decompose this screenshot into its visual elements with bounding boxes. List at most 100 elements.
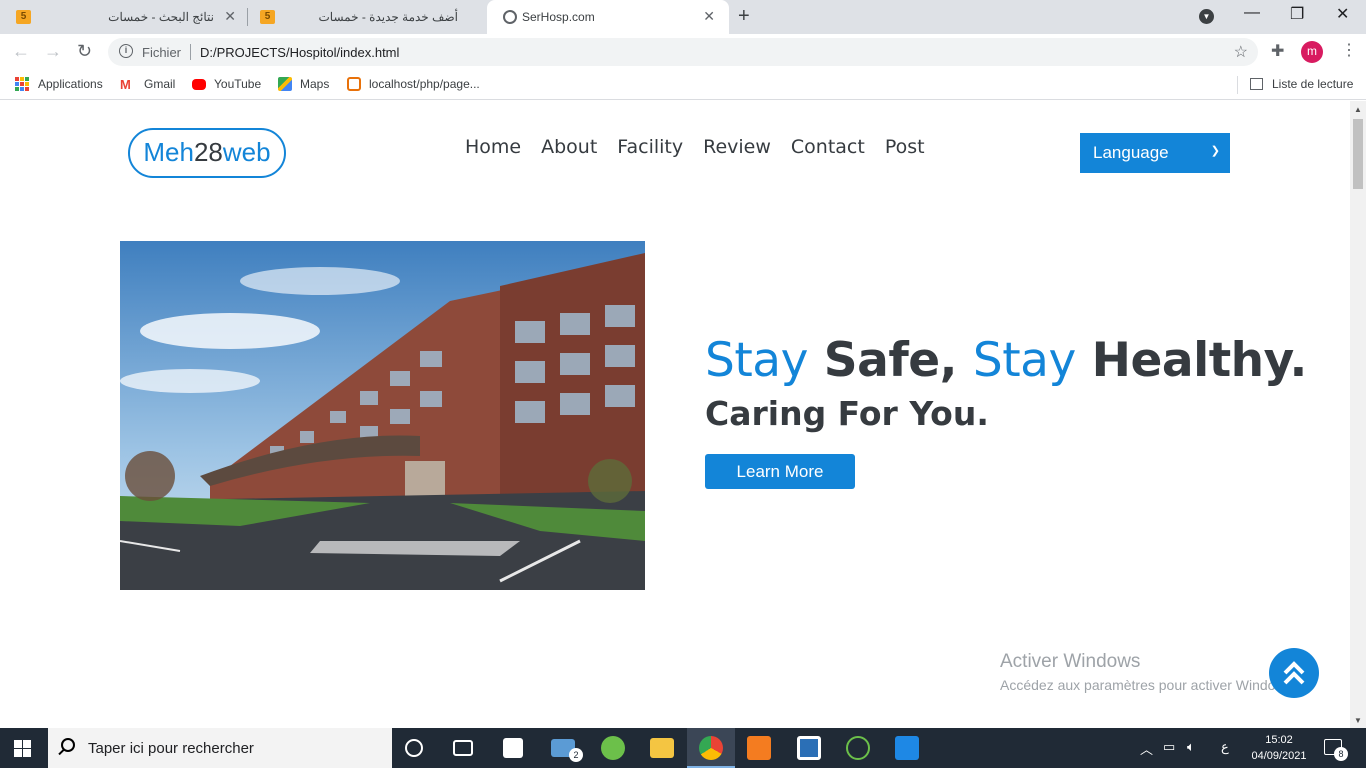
taskbar-search-box[interactable]: Taper ici pour rechercher: [48, 728, 392, 768]
atom-icon[interactable]: [846, 736, 870, 760]
bookmark-applications[interactable]: Applications: [15, 77, 103, 91]
headline-word-stay-2: Stay: [972, 333, 1076, 388]
profile-avatar[interactable]: m: [1301, 41, 1323, 63]
mail-badge: 2: [569, 748, 583, 762]
scroll-up-arrow-icon[interactable]: ▲: [1354, 105, 1362, 114]
page-scrollbar[interactable]: ▲ ▼: [1350, 101, 1366, 728]
bookmark-youtube[interactable]: YouTube: [192, 77, 261, 91]
headline-word-safe: Safe,: [823, 333, 958, 388]
close-tab-icon[interactable]: ✕: [703, 8, 715, 25]
nav-contact[interactable]: Contact: [791, 136, 865, 158]
restore-icon[interactable]: ❐: [1290, 4, 1304, 24]
search-icon: [61, 738, 75, 752]
bookmark-localhost[interactable]: localhost/php/page...: [347, 77, 480, 91]
new-tab-plus-icon[interactable]: +: [738, 5, 750, 28]
scrollbar-thumb[interactable]: [1353, 119, 1363, 189]
address-url[interactable]: D:/PROJECTS/Hospitol/index.html: [200, 45, 399, 60]
reading-list[interactable]: Liste de lecture: [1250, 77, 1353, 91]
sublime-text-icon[interactable]: [747, 736, 771, 760]
khamsat-favicon-icon: 5: [16, 10, 31, 24]
double-chevron-up-icon: [1283, 661, 1305, 685]
clock-date: 04/09/2021: [1251, 750, 1307, 762]
bookmark-label: Applications: [38, 77, 103, 91]
tab-search-icon[interactable]: ▼: [1199, 9, 1214, 24]
activation-title: Activer Windows: [1000, 651, 1141, 672]
close-tab-icon[interactable]: ✕: [224, 8, 236, 25]
tab-add-service[interactable]: 5 أضف خدمة جديدة - خمسات: [244, 0, 488, 34]
reading-list-label: Liste de lecture: [1272, 77, 1354, 91]
address-scheme: Fichier: [142, 45, 182, 60]
activation-subtitle: Accédez aux paramètres pour activer Wind…: [1000, 677, 1297, 693]
language-select[interactable]: Language ❯: [1080, 133, 1230, 173]
page-viewport: Meh28web Home About Facility Review Cont…: [0, 101, 1350, 728]
bookmark-star-icon[interactable]: ☆: [1234, 42, 1248, 62]
task-view-icon[interactable]: [453, 740, 473, 756]
file-explorer-icon[interactable]: [650, 738, 674, 758]
windows-start-icon[interactable]: [14, 740, 32, 757]
xampp-icon: [347, 77, 361, 91]
nav-post[interactable]: Post: [885, 136, 925, 158]
scroll-down-arrow-icon[interactable]: ▼: [1354, 716, 1362, 725]
vscode-icon[interactable]: [895, 736, 919, 760]
back-arrow-icon[interactable]: ←: [12, 41, 30, 62]
tab-search-results[interactable]: 5 نتائج البحث - خمسات ✕: [0, 0, 246, 34]
input-language[interactable]: ع: [1221, 739, 1229, 755]
tab-serhosp[interactable]: SerHosp.com ✕: [487, 0, 729, 34]
clock-time: 15:02: [1265, 734, 1293, 746]
info-icon[interactable]: i: [119, 44, 133, 58]
hero-headline: Stay Safe, Stay Healthy.: [705, 333, 1307, 388]
globe-icon: [503, 10, 517, 24]
site-logo[interactable]: Meh28web: [128, 128, 286, 178]
chrome-icon[interactable]: [699, 736, 723, 760]
browser-toolbar: ← → ↻ i Fichier D:/PROJECTS/Hospitol/ind…: [0, 34, 1366, 70]
address-bar[interactable]: i Fichier D:/PROJECTS/Hospitol/index.htm…: [108, 38, 1258, 66]
bookmark-gmail[interactable]: M Gmail: [120, 77, 176, 92]
learn-more-button[interactable]: Learn More: [705, 454, 855, 489]
hospital-building-image: [120, 241, 645, 590]
tray-chevron-up-icon[interactable]: ︿: [1140, 739, 1153, 758]
app-box-icon[interactable]: [797, 736, 821, 760]
headline-word-stay-1: Stay: [705, 333, 808, 388]
windows-activation-watermark: Activer Windows Accédez aux paramètres p…: [1000, 651, 1296, 693]
scroll-to-top-button[interactable]: [1269, 648, 1319, 698]
youtube-icon: [192, 78, 206, 90]
maps-icon: [278, 77, 292, 91]
nav-home[interactable]: Home: [465, 136, 521, 158]
bookmarks-divider: [1237, 76, 1238, 94]
forward-arrow-icon[interactable]: →: [44, 41, 62, 62]
notifications-count: 8: [1334, 747, 1348, 761]
volume-icon[interactable]: 🔈︎: [1187, 739, 1195, 755]
tab-title: SerHosp.com: [522, 10, 595, 24]
tab-title: أضف خدمة جديدة - خمسات: [318, 10, 458, 24]
notifications-icon[interactable]: 8: [1324, 739, 1348, 761]
logo-part-2: 28: [193, 137, 223, 167]
browser-tab-strip: 5 نتائج البحث - خمسات ✕ 5 أضف خدمة جديدة…: [0, 0, 1366, 34]
nav-about[interactable]: About: [541, 136, 597, 158]
bookmark-label: localhost/php/page...: [369, 77, 480, 91]
apps-grid-icon: [15, 77, 29, 91]
nav-review[interactable]: Review: [703, 136, 771, 158]
bookmark-label: YouTube: [214, 77, 262, 91]
bookmark-label: Gmail: [144, 77, 176, 91]
taskbar-search-placeholder: Taper ici pour rechercher: [88, 740, 254, 757]
khamsat-favicon-icon: 5: [260, 10, 275, 24]
taskbar-clock[interactable]: 15:02 04/09/2021: [1247, 732, 1311, 764]
minimize-icon[interactable]: —: [1244, 4, 1260, 22]
reading-list-icon: [1250, 78, 1263, 90]
bookmark-label: Maps: [300, 77, 330, 91]
language-select-label: Language: [1093, 143, 1169, 162]
nav-facility[interactable]: Facility: [617, 136, 683, 158]
hero-text: Stay Safe, Stay Healthy. Caring For You.…: [705, 333, 1307, 489]
cortana-icon[interactable]: [405, 739, 423, 757]
main-nav: Home About Facility Review Contact Post: [465, 136, 925, 158]
tab-title: نتائج البحث - خمسات: [108, 10, 214, 24]
bookmark-maps[interactable]: Maps: [278, 77, 329, 91]
logo-part-3: web: [222, 137, 271, 167]
network-icon[interactable]: ▭: [1163, 739, 1175, 755]
chrome-menu-icon[interactable]: ⋮: [1341, 40, 1357, 60]
extensions-puzzle-icon[interactable]: ✚: [1271, 41, 1284, 61]
store-icon[interactable]: [503, 738, 523, 758]
close-window-icon[interactable]: ✕: [1336, 4, 1349, 24]
app-green-icon[interactable]: [601, 736, 625, 760]
reload-icon[interactable]: ↻: [77, 41, 92, 62]
